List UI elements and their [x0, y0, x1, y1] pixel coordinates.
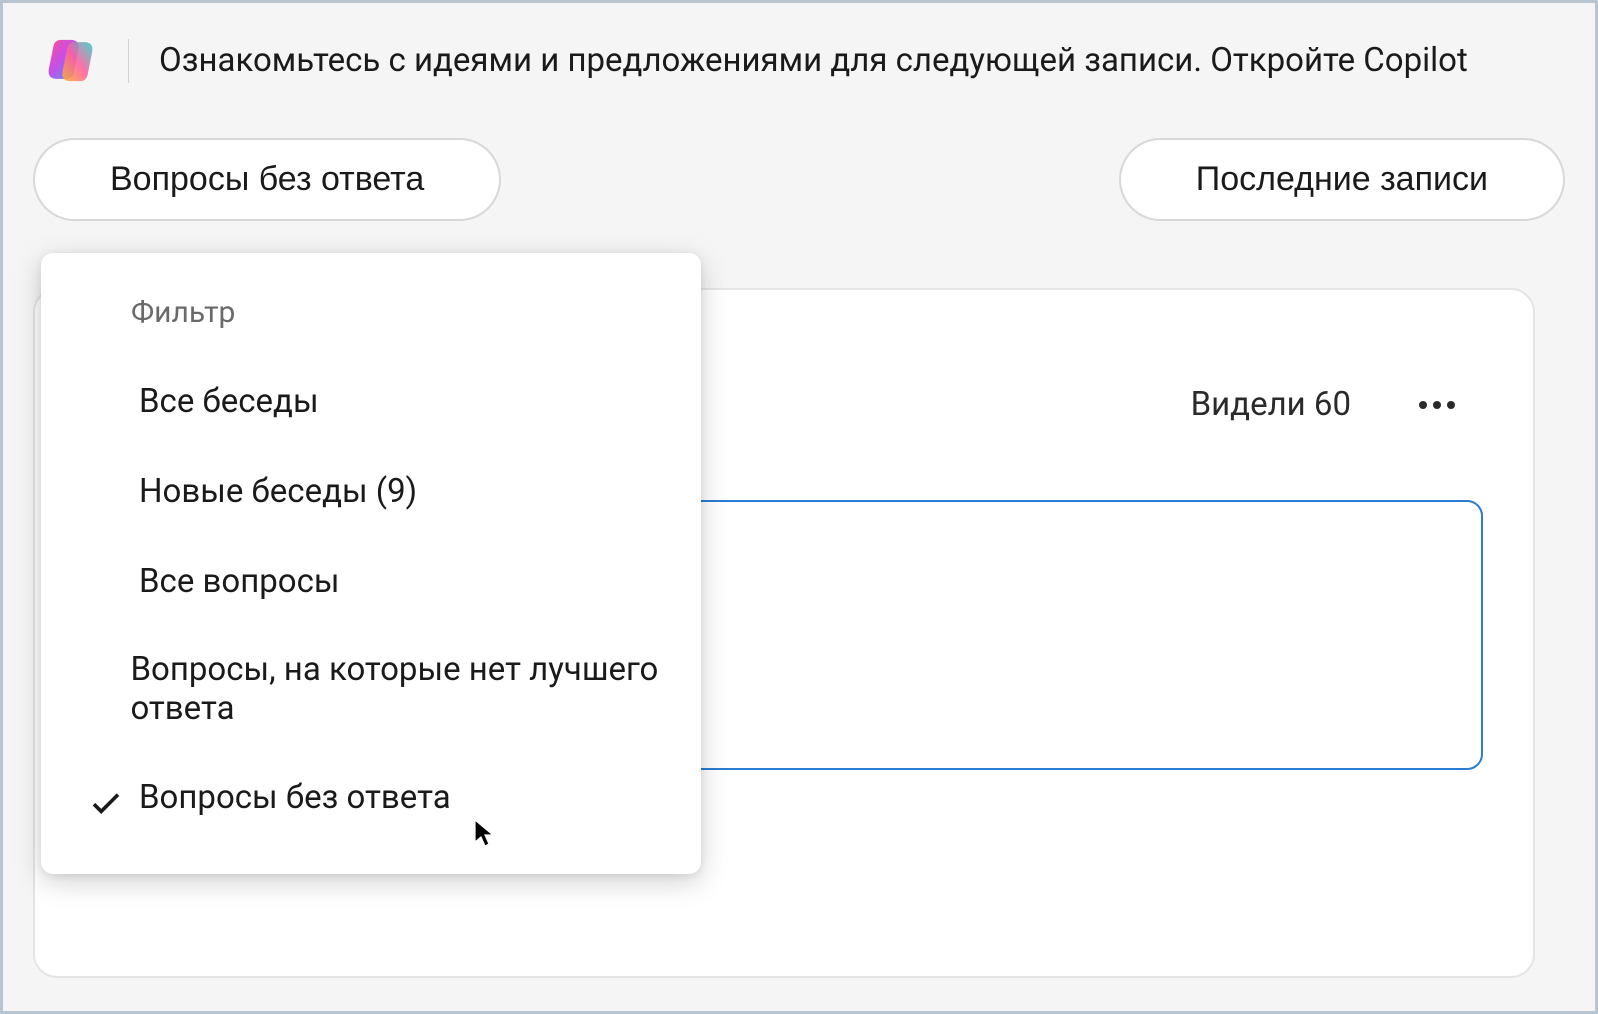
filter-item-all-conversations[interactable]: Все беседы — [41, 356, 701, 446]
more-dots-icon — [1419, 401, 1427, 409]
cursor-icon — [473, 818, 497, 848]
filter-item-no-best-answer[interactable]: Вопросы, на которые нет лучшего ответа — [41, 626, 701, 752]
more-options-button[interactable] — [1411, 393, 1463, 417]
check-icon — [91, 785, 121, 809]
filter-item-all-questions[interactable]: Все вопросы — [41, 536, 701, 626]
unanswered-questions-pill[interactable]: Вопросы без ответа — [33, 138, 501, 221]
copilot-logo-icon — [43, 33, 98, 88]
filter-pill-row: Вопросы без ответа Последние записи — [3, 118, 1595, 221]
filter-dropdown: Фильтр Все беседы Новые беседы (9) Все в… — [41, 253, 701, 874]
filter-item-label: Все беседы — [139, 382, 319, 421]
card-meta: Видели 60 — [1191, 385, 1463, 424]
filter-item-new-conversations[interactable]: Новые беседы (9) — [41, 446, 701, 536]
check-slot — [81, 785, 131, 809]
dropdown-header: Фильтр — [41, 281, 701, 356]
more-dots-icon — [1433, 401, 1441, 409]
banner-text: Ознакомьтесь с идеями и предложениями дл… — [159, 41, 1468, 80]
seen-count: Видели 60 — [1191, 385, 1351, 424]
filter-item-unanswered[interactable]: Вопросы без ответа — [41, 752, 701, 842]
filter-item-label: Все вопросы — [139, 562, 340, 601]
filter-item-label: Новые беседы (9) — [139, 472, 417, 511]
filter-item-label: Вопросы без ответа — [139, 778, 451, 817]
more-dots-icon — [1447, 401, 1455, 409]
recent-posts-pill[interactable]: Последние записи — [1119, 138, 1565, 221]
copilot-banner: Ознакомьтесь с идеями и предложениями дл… — [3, 3, 1595, 118]
filter-item-label: Вопросы, на которые нет лучшего ответа — [130, 650, 661, 728]
banner-divider — [128, 39, 129, 83]
